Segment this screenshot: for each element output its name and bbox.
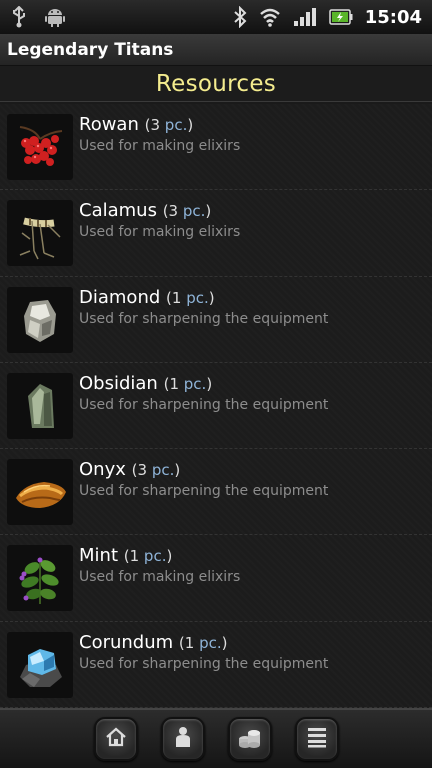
app-title: Legendary Titans xyxy=(7,39,174,60)
rowan-berries-icon xyxy=(7,114,73,180)
resource-list[interactable]: Rowan (3 pc.) Used for making elixirs Ca… xyxy=(0,104,432,709)
list-item[interactable]: Corundum (1 pc.) Used for sharpening the… xyxy=(0,622,432,709)
resource-description: Used for sharpening the equipment xyxy=(79,483,329,500)
resource-name: Corundum xyxy=(79,631,174,653)
home-icon xyxy=(104,725,128,753)
wifi-icon xyxy=(259,7,281,27)
resource-description: Used for making elixirs xyxy=(79,138,241,154)
list-item[interactable]: Calamus (3 pc.) Used for making elixirs xyxy=(0,190,432,277)
screen-header: Resources xyxy=(0,66,432,102)
resource-count: 3 xyxy=(168,202,179,221)
resource-description: Used for sharpening the equipment xyxy=(79,396,329,413)
resource-unit: pc. xyxy=(199,633,222,652)
resource-name: Mint xyxy=(79,545,118,567)
app-title-bar: Legendary Titans xyxy=(0,34,432,66)
list-item[interactable]: Obsidian (1 pc.) Used for sharpening the… xyxy=(0,363,432,450)
resource-unit: pc. xyxy=(164,116,188,134)
list-item[interactable]: Diamond (1 pc.) Used for sharpening the … xyxy=(0,277,432,363)
resource-description: Used for making elixirs xyxy=(79,224,241,241)
list-item[interactable]: Onyx (3 pc.) Used for sharpening the equ… xyxy=(0,449,432,536)
resource-name: Rowan xyxy=(79,114,139,135)
coins-icon xyxy=(237,725,263,753)
resource-description: Used for sharpening the equipment xyxy=(79,310,329,327)
status-bar: 15:04 xyxy=(0,0,432,34)
home-button[interactable] xyxy=(93,717,138,761)
resource-count: 1 xyxy=(171,288,182,307)
character-icon xyxy=(171,725,195,753)
resource-name: Diamond xyxy=(79,286,161,308)
resource-count: 1 xyxy=(129,547,140,566)
list-item[interactable]: Rowan (3 pc.) Used for making elixirs xyxy=(0,104,432,191)
resource-unit: pc. xyxy=(182,202,206,221)
android-icon xyxy=(44,6,66,28)
page-title: Resources xyxy=(155,70,277,97)
bottom-nav xyxy=(0,708,432,768)
mint-icon xyxy=(7,545,73,612)
list-item[interactable]: Mint (1 pc.) Used for making elixirs xyxy=(0,535,432,622)
coins-button[interactable] xyxy=(227,717,272,761)
resource-name: Obsidian xyxy=(79,372,158,394)
resource-count: 1 xyxy=(169,374,179,393)
resource-count: 3 xyxy=(137,461,148,480)
usb-icon xyxy=(10,6,28,28)
obsidian-icon xyxy=(7,372,73,439)
resource-unit: pc. xyxy=(183,374,207,393)
bluetooth-icon xyxy=(233,6,247,28)
battery-charging-icon xyxy=(328,8,353,26)
signal-icon xyxy=(293,7,317,27)
status-time: 15:04 xyxy=(364,6,422,28)
resource-name: Calamus xyxy=(79,200,157,222)
onyx-icon xyxy=(7,459,73,526)
resource-name: Onyx xyxy=(79,459,126,481)
diamond-icon xyxy=(7,286,73,353)
menu-button[interactable] xyxy=(294,717,339,761)
resource-unit: pc. xyxy=(143,547,167,566)
menu-list-icon xyxy=(306,725,328,753)
resource-description: Used for making elixirs xyxy=(79,569,241,586)
resource-unit: pc. xyxy=(151,461,175,480)
resource-description: Used for sharpening the equipment xyxy=(79,655,329,672)
calamus-root-icon xyxy=(7,200,73,267)
resource-count: 1 xyxy=(184,633,195,652)
corundum-icon xyxy=(7,631,73,698)
resource-count: 3 xyxy=(150,116,161,134)
character-button[interactable] xyxy=(160,717,205,761)
resource-unit: pc. xyxy=(186,288,209,307)
